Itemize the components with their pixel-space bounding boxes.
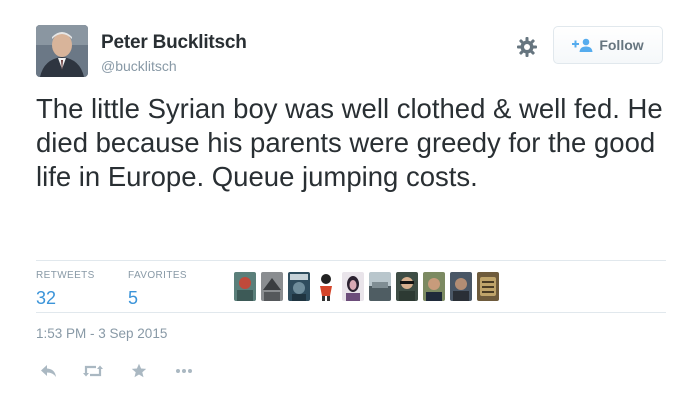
divider (36, 260, 666, 261)
tweet-text: The little Syrian boy was well clothed &… (36, 93, 663, 192)
favoriter-avatar[interactable] (288, 272, 310, 301)
favorites-count: 5 (128, 288, 139, 308)
favoriter-avatar[interactable] (234, 272, 256, 301)
favoriter-avatar[interactable] (396, 272, 418, 301)
favoriter-avatar[interactable] (261, 272, 283, 301)
favorites-label: FAVORITES (128, 270, 187, 281)
favorites-stat[interactable]: FAVORITES 5 (128, 270, 187, 309)
retweets-stat[interactable]: RETWEETS 32 (36, 270, 95, 309)
gear-icon[interactable] (516, 36, 538, 58)
favoriter-avatar[interactable] (369, 272, 391, 301)
retweets-count: 32 (36, 288, 57, 308)
add-user-icon (572, 38, 594, 52)
reply-icon[interactable] (38, 363, 60, 379)
follow-button-label: Follow (599, 37, 644, 53)
avatar-image (36, 25, 88, 77)
retweet-icon[interactable] (82, 363, 104, 379)
favoriter-avatar[interactable] (342, 272, 364, 301)
divider (36, 312, 666, 313)
avatar[interactable] (36, 25, 88, 77)
favoriter-avatar[interactable] (450, 272, 472, 301)
more-icon[interactable] (173, 363, 195, 379)
favoriters-avatars (234, 272, 499, 301)
favorite-icon[interactable] (128, 363, 150, 379)
user-name[interactable]: Peter Bucklitsch (101, 32, 247, 54)
favoriter-avatar[interactable] (477, 272, 499, 301)
retweets-label: RETWEETS (36, 270, 95, 281)
favoriter-avatar[interactable] (423, 272, 445, 301)
tweet-card: Peter Bucklitsch @bucklitsch Follow The … (0, 0, 700, 414)
user-handle[interactable]: @bucklitsch (101, 58, 177, 74)
favoriter-avatar[interactable] (315, 272, 337, 301)
follow-button[interactable]: Follow (553, 26, 663, 64)
tweet-timestamp[interactable]: 1:53 PM - 3 Sep 2015 (36, 326, 167, 341)
